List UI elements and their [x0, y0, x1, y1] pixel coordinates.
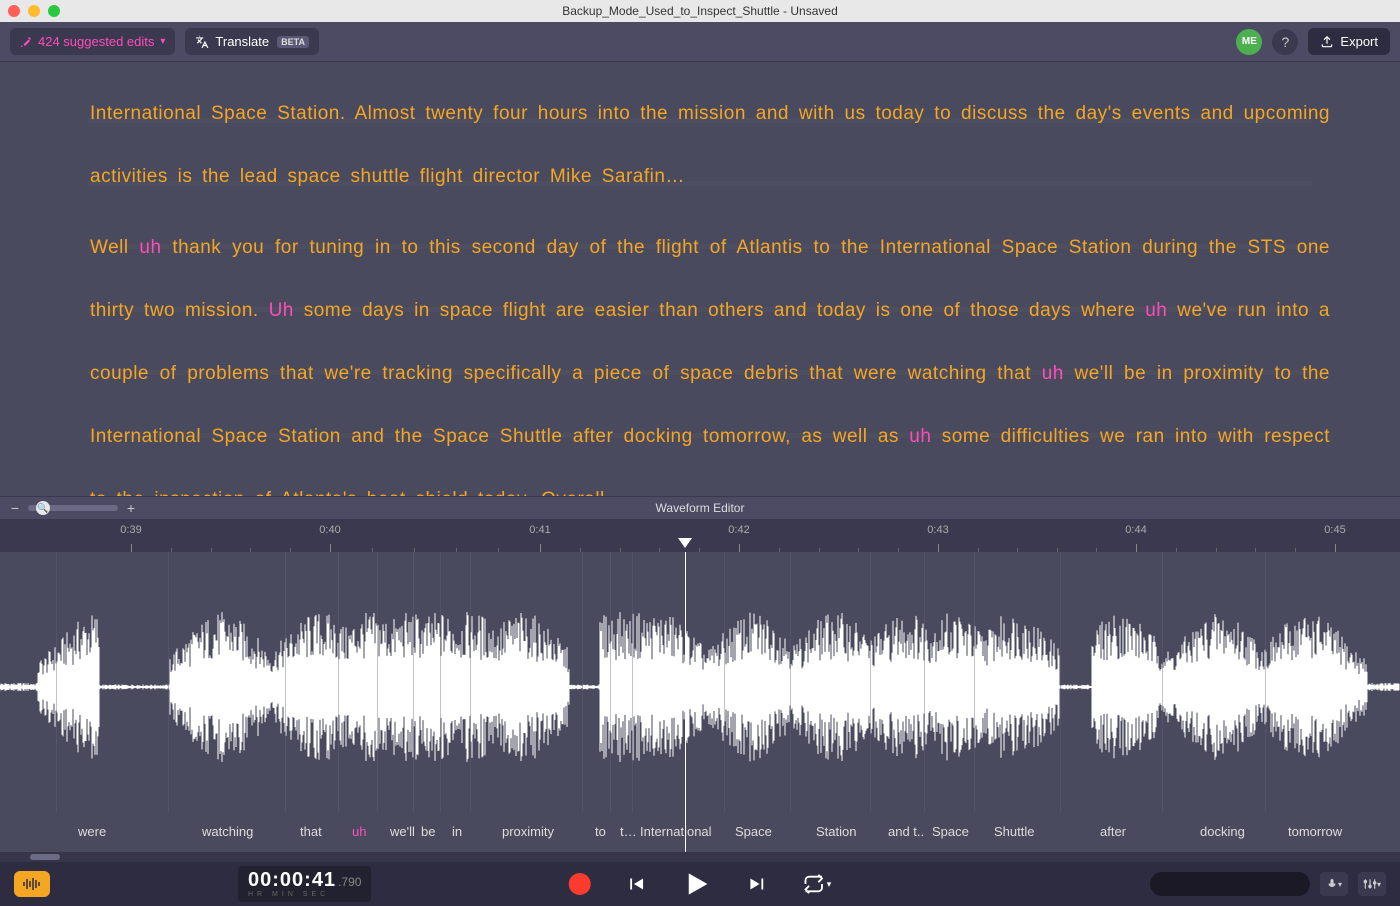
- timeline-word[interactable]: International: [640, 824, 712, 839]
- timecode-value: 00:00:41: [248, 869, 336, 891]
- timeline-word[interactable]: after: [1100, 824, 1126, 839]
- word-timeline: were watching that uh we'll be in proximity to t……: [0, 824, 1400, 840]
- waveform-icon: [22, 877, 42, 891]
- playhead-marker[interactable]: [678, 538, 692, 548]
- timeline-word[interactable]: uh: [352, 824, 366, 839]
- timeline-ruler[interactable]: 0:390:400:410:420:430:440:45: [0, 520, 1400, 552]
- transcript-text[interactable]: lead space shuttle flight director Mike …: [240, 166, 685, 187]
- timeline-word[interactable]: proximity: [502, 824, 554, 839]
- timeline-word[interactable]: in: [452, 824, 462, 839]
- timeline-word[interactable]: and t..: [888, 824, 924, 839]
- play-button[interactable]: [681, 868, 713, 900]
- translate-button[interactable]: Translate BETA: [185, 28, 319, 55]
- translate-icon: [195, 35, 209, 49]
- translate-label: Translate: [215, 34, 269, 49]
- suggested-edits-label: 424 suggested edits: [38, 34, 154, 49]
- window-titlebar: Backup_Mode_Used_to_Inspect_Shuttle - Un…: [0, 0, 1400, 22]
- search-input[interactable]: [1150, 872, 1310, 896]
- filler-word[interactable]: uh: [139, 237, 161, 258]
- help-button[interactable]: ?: [1272, 29, 1298, 55]
- timeline-word[interactable]: Station: [816, 824, 856, 839]
- playhead-line[interactable]: [685, 552, 686, 852]
- loop-icon: [803, 873, 825, 895]
- skip-back-icon: [625, 873, 647, 895]
- mic-button[interactable]: ▾: [1320, 872, 1348, 896]
- waveform-display[interactable]: [0, 552, 1400, 822]
- user-avatar[interactable]: ME: [1236, 29, 1262, 55]
- transport-bar: 00:00:41.790 HR MIN SEC ▾ ▾ ▾: [0, 862, 1400, 906]
- skip-forward-button[interactable]: [747, 873, 769, 895]
- waveform-toggle-button[interactable]: [14, 871, 50, 897]
- timeline-word[interactable]: t…: [620, 824, 637, 839]
- filler-word[interactable]: uh: [1145, 300, 1167, 321]
- upload-icon: [1320, 35, 1334, 49]
- timeline-word[interactable]: Space: [735, 824, 772, 839]
- chevron-down-icon: ▾: [160, 36, 165, 47]
- timeline-word[interactable]: docking: [1200, 824, 1245, 839]
- waveform-title: Waveform Editor: [0, 501, 1400, 515]
- waveform-header: − 🔍 + Waveform Editor: [0, 496, 1400, 520]
- top-toolbar: 424 suggested edits ▾ Translate BETA ME …: [0, 22, 1400, 62]
- transcript-text[interactable]: Well: [90, 237, 139, 258]
- timeline-word[interactable]: tomorrow: [1288, 824, 1342, 839]
- timeline-word[interactable]: be: [421, 824, 435, 839]
- waveform-area[interactable]: were watching that uh we'll be in proximity to t……: [0, 552, 1400, 852]
- timecode-labels: HR MIN SEC: [248, 891, 329, 898]
- window-title: Backup_Mode_Used_to_Inspect_Shuttle - Un…: [0, 4, 1400, 18]
- timeline-word[interactable]: Shuttle: [994, 824, 1034, 839]
- filler-word[interactable]: uh: [1042, 363, 1064, 384]
- timeline-word[interactable]: Space: [932, 824, 969, 839]
- transcript-paragraph[interactable]: International Space Station. Almost twen…: [90, 82, 1330, 208]
- timeline-word[interactable]: were: [78, 824, 106, 839]
- export-button[interactable]: Export: [1308, 28, 1390, 55]
- beta-badge: BETA: [277, 36, 309, 48]
- settings-button[interactable]: ▾: [1358, 872, 1386, 896]
- timeline-word[interactable]: we'll: [390, 824, 415, 839]
- play-icon: [681, 868, 713, 900]
- chevron-down-icon: ▾: [827, 879, 832, 890]
- timeline-word[interactable]: watching: [202, 824, 253, 839]
- filler-word[interactable]: Uh: [269, 300, 294, 321]
- export-label: Export: [1340, 34, 1378, 49]
- sliders-icon: [1363, 877, 1377, 891]
- loop-button[interactable]: ▾: [803, 873, 832, 895]
- skip-forward-icon: [747, 873, 769, 895]
- skip-back-button[interactable]: [625, 873, 647, 895]
- record-button[interactable]: [569, 873, 591, 895]
- mic-icon: [1326, 878, 1338, 890]
- timecode-display: 00:00:41.790 HR MIN SEC: [238, 866, 371, 902]
- scrollbar-thumb[interactable]: [30, 854, 60, 860]
- waveform-scrollbar[interactable]: [0, 852, 1400, 862]
- transcript-paragraph[interactable]: Well uh thank you for tuning in to this …: [90, 216, 1330, 496]
- suggested-edits-button[interactable]: 424 suggested edits ▾: [10, 28, 175, 55]
- timeline-word[interactable]: to: [595, 824, 606, 839]
- timeline-word[interactable]: that: [300, 824, 322, 839]
- transcript-area[interactable]: International Space Station. Almost twen…: [0, 62, 1400, 496]
- wand-icon: [20, 36, 32, 48]
- transcript-text[interactable]: some days in space flight are easier tha…: [294, 300, 1145, 321]
- timecode-ms: .790: [338, 875, 361, 889]
- filler-word[interactable]: uh: [909, 426, 931, 447]
